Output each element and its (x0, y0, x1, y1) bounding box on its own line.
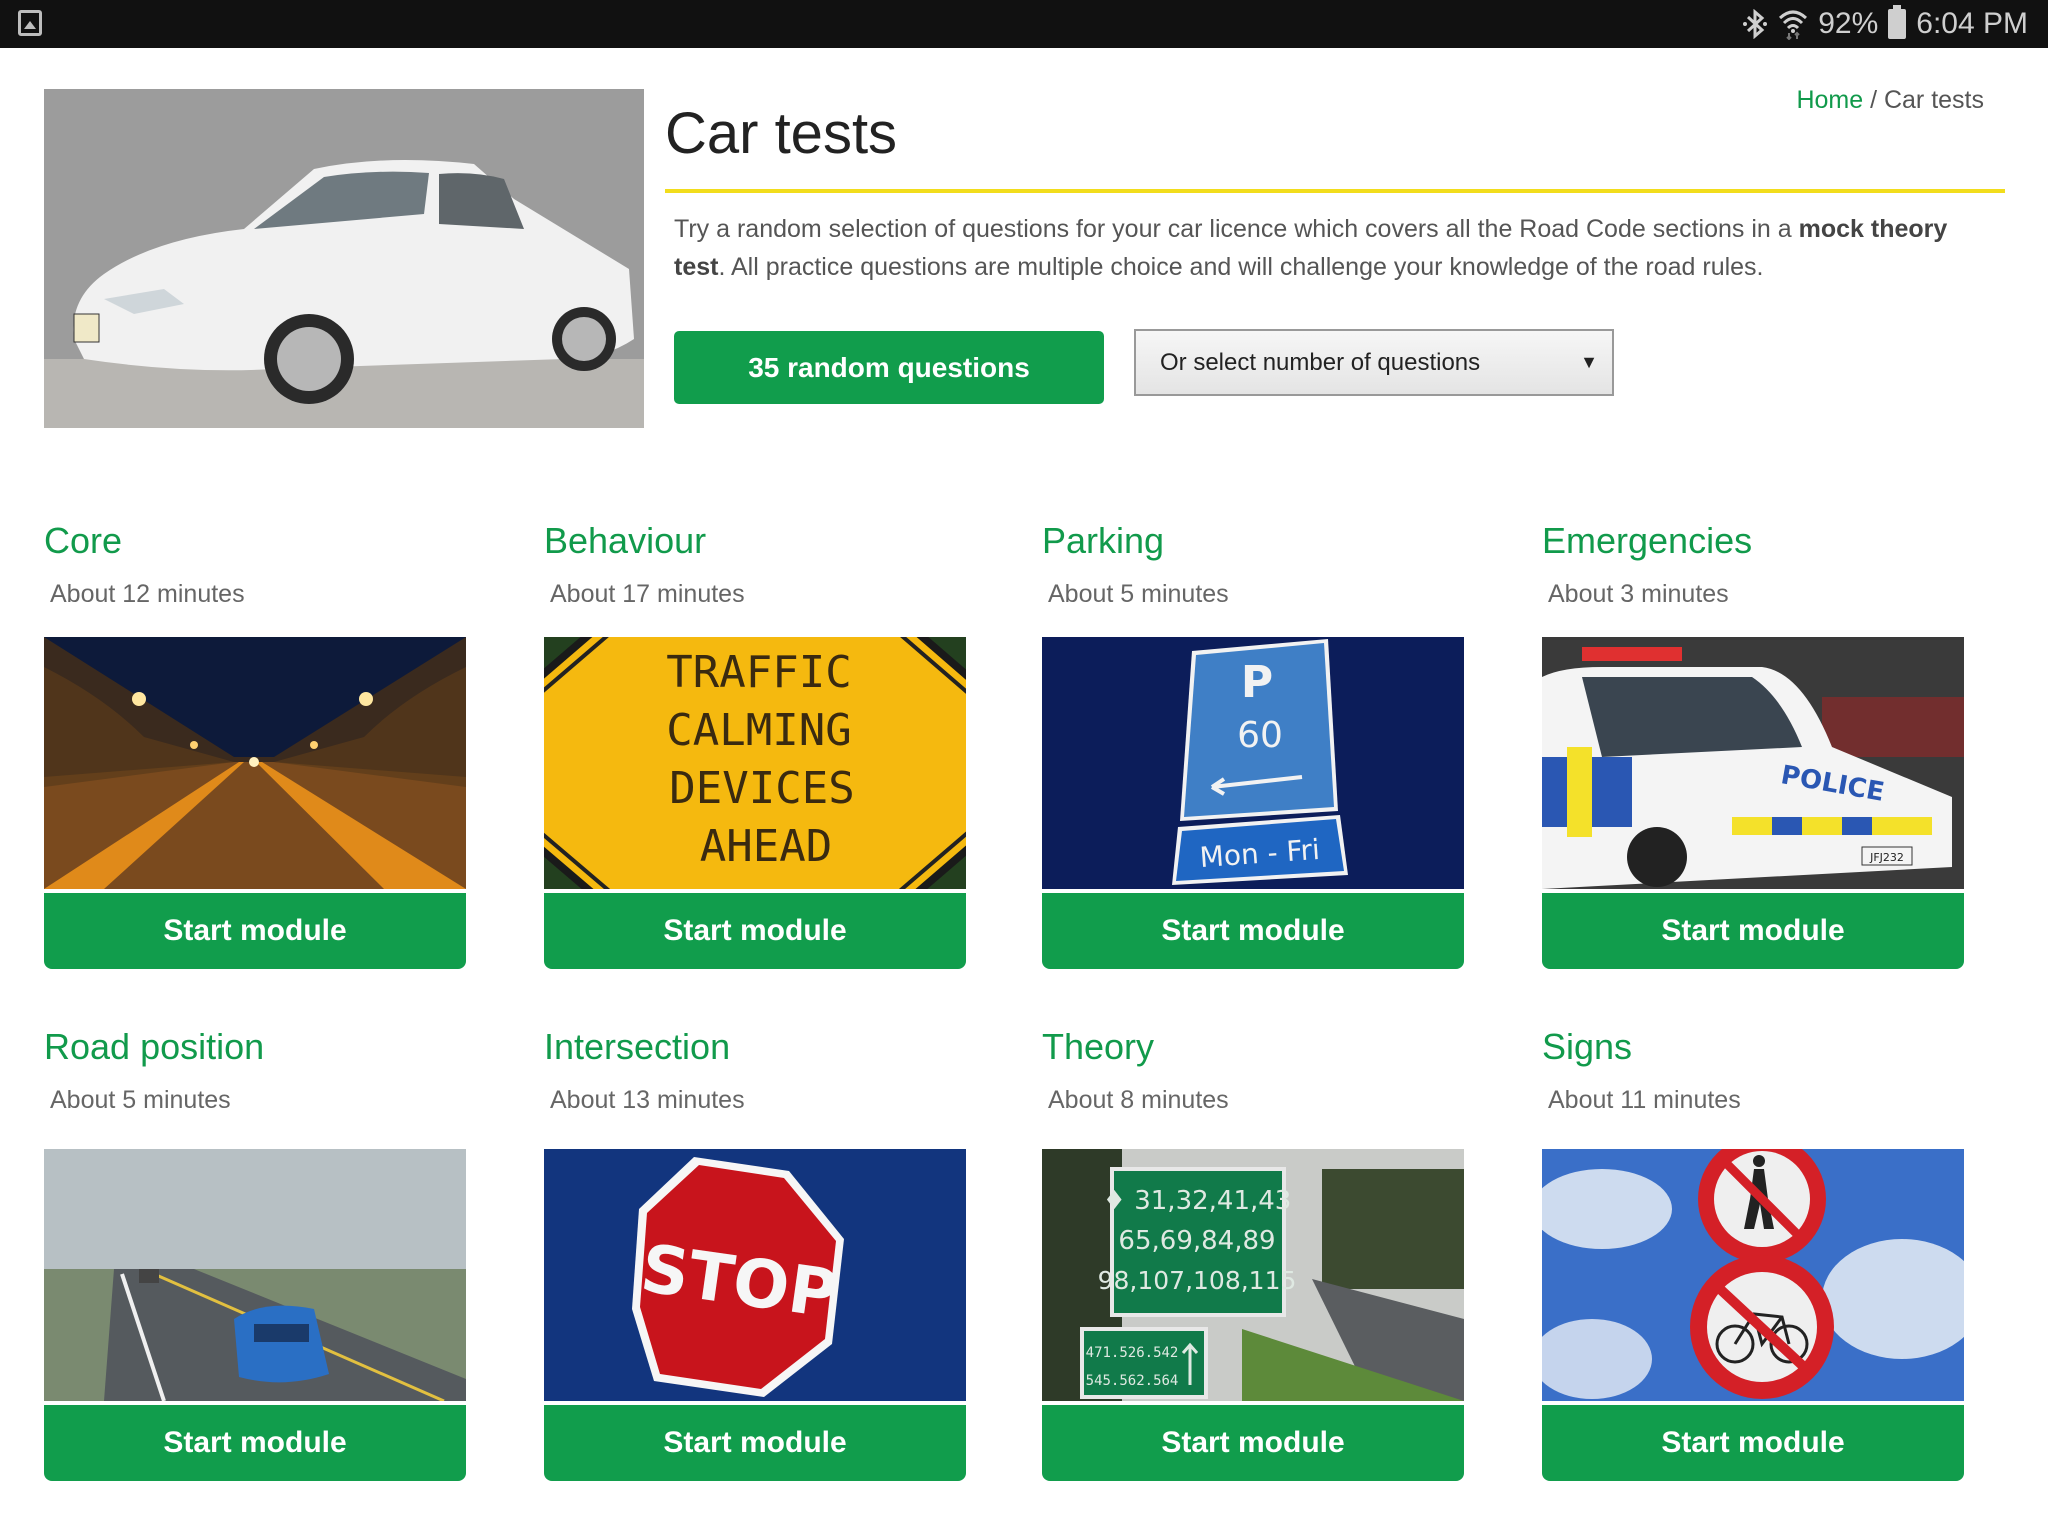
bluetooth-icon (1742, 9, 1768, 39)
breadcrumb-current: Car tests (1883, 86, 1984, 114)
module-title[interactable]: Behaviour (544, 520, 966, 562)
sign-text-line: 60 (1237, 715, 1283, 756)
module-image-traffic-calming-sign: TRAFFIC CALMING DEVICES AHEAD (544, 637, 966, 889)
module-card-core: Core About 12 minutes Start module (44, 520, 466, 969)
module-image-tunnel (44, 637, 466, 889)
module-image-route-sign: ♦ 31,32,41,43 65,69,84,89 98,107,108,115… (1042, 1149, 1464, 1401)
sign-text-line: JFJ232 (1869, 851, 1904, 864)
module-duration: About 12 minutes (50, 580, 245, 608)
page-title: Car tests (665, 101, 898, 166)
dropdown-arrow-icon: ▼ (1580, 352, 1598, 372)
start-module-button[interactable]: Start module (44, 893, 466, 969)
module-card-signs: Signs About 11 minutes Start module (1542, 1026, 1964, 1481)
sign-text-line: 98,107,108,115 (1098, 1266, 1297, 1295)
title-divider (665, 189, 2005, 193)
module-duration: About 5 minutes (1048, 580, 1229, 608)
sign-text-line: 545.562.564 (1086, 1373, 1179, 1389)
module-card-behaviour: Behaviour About 17 minutes TRAFFIC CALMI… (544, 520, 966, 969)
module-card-emergencies: Emergencies About 3 minutes POLICE JFJ23… (1542, 520, 1964, 969)
module-title[interactable]: Core (44, 520, 466, 562)
hero-car-image (44, 89, 644, 428)
start-module-button[interactable]: Start module (1042, 1405, 1464, 1481)
module-card-theory: Theory About 8 minutes ♦ 31,32,41,43 65,… (1042, 1026, 1464, 1481)
sign-text-line: 471.526.542 (1086, 1345, 1179, 1361)
battery-percent: 92% (1818, 7, 1879, 40)
question-count-select[interactable]: Or select number of questions ▼ (1134, 329, 1614, 396)
module-title[interactable]: Emergencies (1542, 520, 1964, 562)
sign-text-line: P (1241, 657, 1273, 708)
module-title[interactable]: Signs (1542, 1026, 1964, 1068)
breadcrumb-separator: / (1863, 86, 1884, 114)
breadcrumb: Home / Car tests (1796, 86, 1984, 115)
module-image-parking-sign: P 60 Mon - Fri (1042, 637, 1464, 889)
start-module-button[interactable]: Start module (44, 1405, 466, 1481)
start-module-button[interactable]: Start module (1542, 1405, 1964, 1481)
intro-text-end: . All practice questions are multiple ch… (718, 253, 1764, 281)
module-duration: About 3 minutes (1548, 580, 1729, 608)
start-module-button[interactable]: Start module (544, 893, 966, 969)
intro-text: Try a random selection of questions for … (674, 210, 1994, 286)
sign-text-line: 65,69,84,89 (1118, 1226, 1275, 1256)
battery-icon (1888, 5, 1907, 39)
sign-text-line: TRAFFIC (666, 647, 851, 698)
module-title[interactable]: Intersection (544, 1026, 966, 1068)
start-module-button[interactable]: Start module (1542, 893, 1964, 969)
module-duration: About 17 minutes (550, 580, 745, 608)
module-card-parking: Parking About 5 minutes P 60 Mon - Fri S… (1042, 520, 1464, 969)
gallery-icon (18, 10, 42, 36)
clock: 6:04 PM (1916, 7, 2028, 40)
module-image-police-car: POLICE JFJ232 (1542, 637, 1964, 889)
module-duration: About 5 minutes (50, 1086, 231, 1114)
module-title[interactable]: Parking (1042, 520, 1464, 562)
module-image-stop-sign: STOP (544, 1149, 966, 1401)
status-indicators: 92% 6:04 PM (1742, 0, 2048, 48)
sign-text-line: AHEAD (700, 821, 832, 872)
module-duration: About 8 minutes (1048, 1086, 1229, 1114)
sign-text-line: DEVICES (669, 763, 854, 814)
module-image-prohibition-signs (1542, 1149, 1964, 1401)
module-title[interactable]: Road position (44, 1026, 466, 1068)
sign-text-line: CALMING (666, 705, 851, 756)
status-bar: 92% 6:04 PM (0, 0, 2048, 48)
module-card-intersection: Intersection About 13 minutes STOP Start… (544, 1026, 966, 1481)
sign-text-line: ♦ 31,32,41,43 (1103, 1186, 1292, 1216)
module-card-road-position: Road position About 5 minutes Start modu… (44, 1026, 466, 1481)
module-duration: About 11 minutes (1548, 1086, 1741, 1114)
random-questions-button[interactable]: 35 random questions (674, 331, 1104, 404)
start-module-button[interactable]: Start module (544, 1405, 966, 1481)
module-duration: About 13 minutes (550, 1086, 745, 1114)
start-module-button[interactable]: Start module (1042, 893, 1464, 969)
module-image-foggy-road (44, 1149, 466, 1401)
intro-text-start: Try a random selection of questions for … (674, 215, 1799, 243)
select-placeholder: Or select number of questions (1160, 348, 1481, 376)
module-title[interactable]: Theory (1042, 1026, 1464, 1068)
breadcrumb-home-link[interactable]: Home (1796, 86, 1863, 114)
wifi-icon (1778, 8, 1808, 40)
